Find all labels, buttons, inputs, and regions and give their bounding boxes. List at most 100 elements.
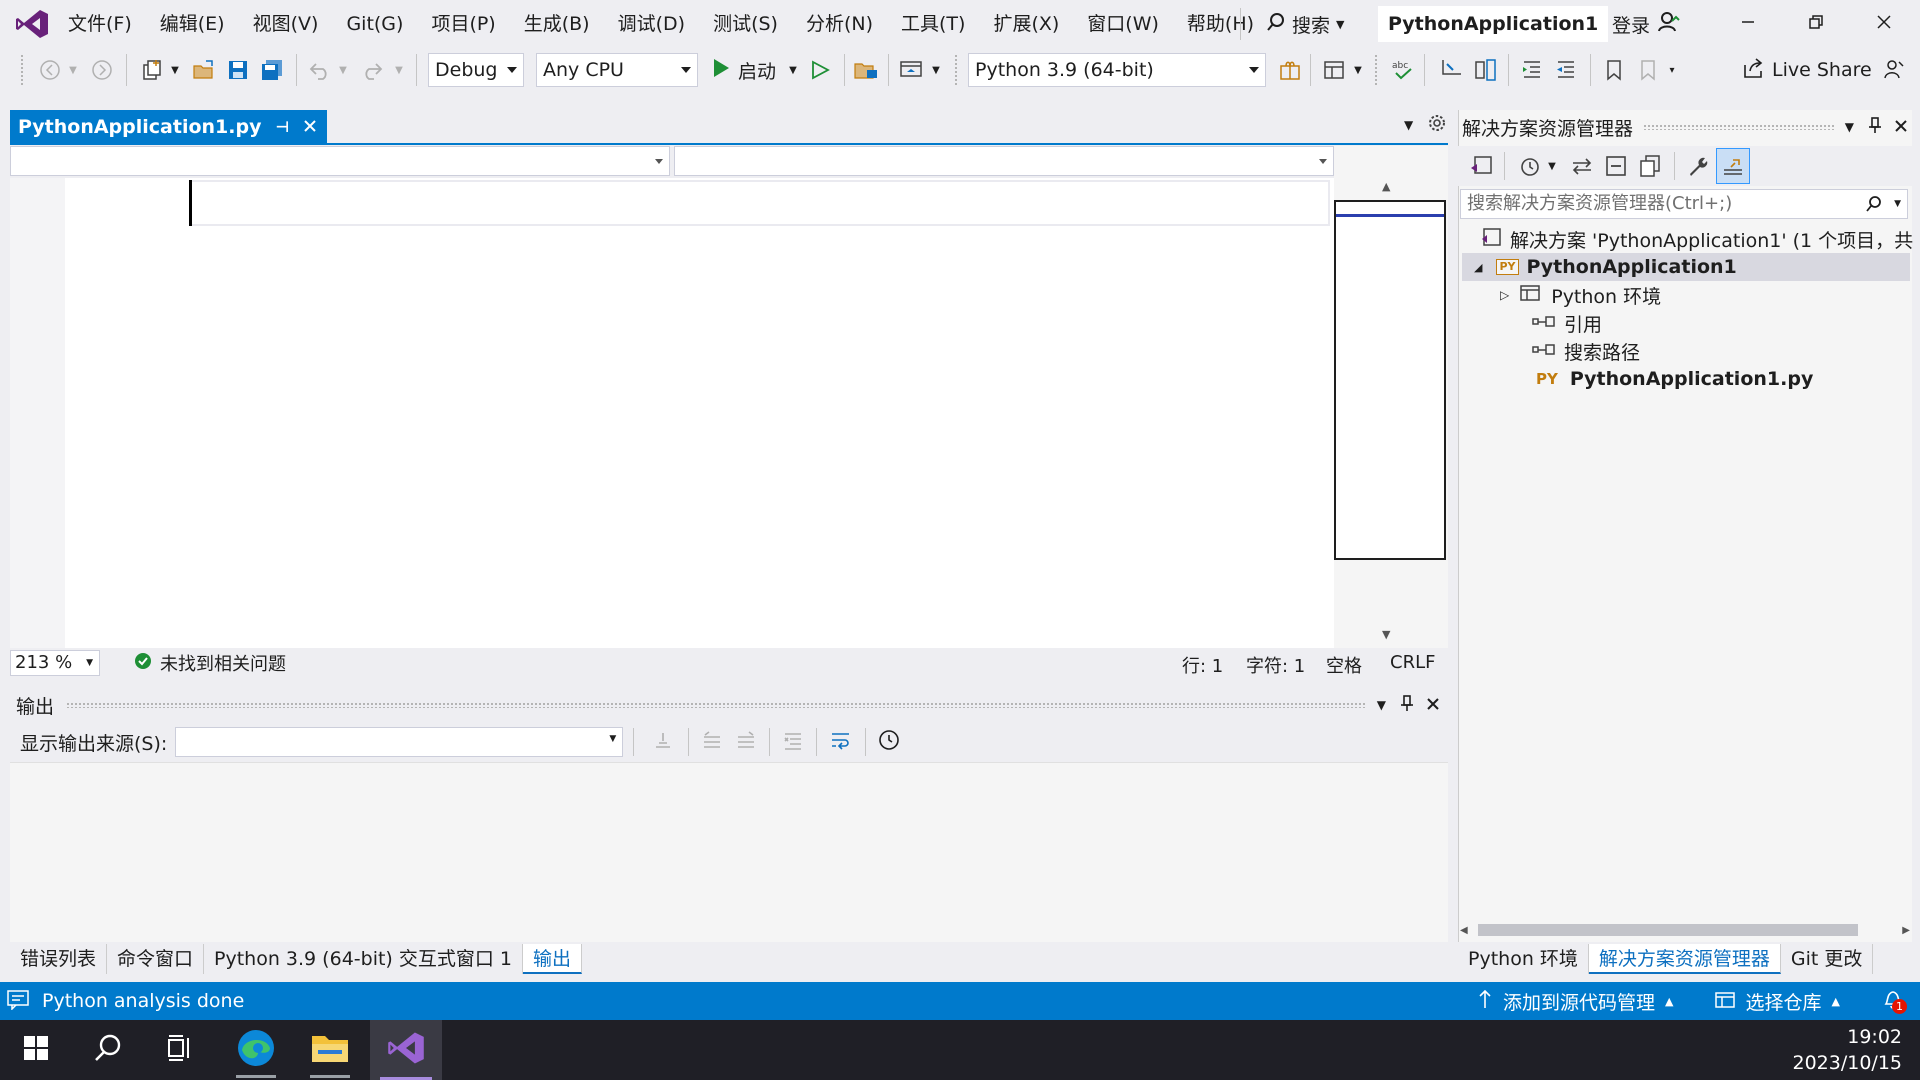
close-icon[interactable] — [1894, 116, 1908, 138]
menu-analyze[interactable]: 分析(N) — [792, 0, 887, 48]
scrollbar-thumb[interactable] — [1477, 924, 1858, 936]
type-navigation-select[interactable] — [10, 146, 670, 176]
output-text-area[interactable] — [10, 762, 1448, 942]
scrollbar-map-thumb[interactable] — [1334, 200, 1446, 560]
close-window-button[interactable] — [1850, 0, 1918, 48]
menu-git[interactable]: Git(G) — [332, 0, 417, 48]
clock-icon[interactable] — [878, 729, 900, 756]
tree-file[interactable]: PY PythonApplication1.py — [1536, 365, 1813, 393]
platform-select[interactable]: Any CPU — [536, 53, 698, 87]
taskbar-file-explorer[interactable] — [294, 1020, 366, 1080]
toolbar-grip[interactable] — [1374, 54, 1378, 86]
toolbar-grip[interactable] — [20, 54, 24, 86]
tree-references[interactable]: 引用 — [1532, 309, 1602, 337]
pin-icon[interactable] — [1868, 116, 1882, 139]
menu-edit[interactable]: 编辑(E) — [146, 0, 239, 48]
chevron-down-icon[interactable]: ▼ — [1845, 120, 1854, 134]
collapse-all-icon[interactable] — [1602, 152, 1630, 180]
member-navigation-select[interactable] — [674, 146, 1334, 176]
tab-python-environments[interactable]: Python 环境 — [1458, 944, 1589, 974]
tab-output[interactable]: 输出 — [523, 944, 583, 974]
panel-grip[interactable] — [1643, 124, 1835, 130]
step-over-icon[interactable] — [1472, 56, 1500, 84]
pin-icon[interactable]: ⊣ — [275, 118, 289, 136]
browser-link-icon[interactable] — [898, 56, 926, 84]
zoom-select[interactable]: 213 % ▼ — [10, 650, 100, 676]
start-button[interactable] — [0, 1020, 72, 1080]
tab-error-list[interactable]: 错误列表 — [10, 944, 108, 974]
menu-project[interactable]: 项目(P) — [417, 0, 509, 48]
sync-icon[interactable] — [1568, 152, 1596, 180]
minimize-button[interactable] — [1714, 0, 1782, 48]
step-into-icon[interactable] — [1438, 56, 1466, 84]
toolbar-grip[interactable] — [954, 54, 958, 86]
menu-view[interactable]: 视图(V) — [239, 0, 333, 48]
taskbar-clock[interactable]: 19:02 2023/10/15 — [1792, 1024, 1902, 1076]
document-tab[interactable]: PythonApplication1.py ⊣ — [10, 110, 328, 144]
menu-help[interactable]: 帮助(H) — [1173, 0, 1268, 48]
login-button[interactable]: 登录 — [1612, 6, 1680, 42]
scroll-up-icon[interactable]: ▲ — [1382, 180, 1390, 193]
clear-all-icon[interactable] — [782, 729, 804, 756]
live-share-button[interactable]: Live Share — [1742, 54, 1872, 86]
tree-project[interactable]: ◢ PY PythonApplication1 — [1462, 253, 1910, 281]
menu-file[interactable]: 文件(F) — [54, 0, 146, 48]
char-indicator[interactable]: 字符: 1 — [1246, 652, 1305, 678]
undo-icon[interactable] — [306, 56, 334, 84]
chevron-down-icon[interactable]: ▼ — [64, 56, 82, 84]
taskbar-search-button[interactable] — [72, 1020, 144, 1080]
layout-icon[interactable] — [1320, 56, 1348, 84]
close-icon[interactable] — [1426, 694, 1440, 716]
start-debugging-button[interactable]: 启动 — [712, 54, 776, 86]
select-repository[interactable]: 选择仓库 ▲ — [1714, 988, 1840, 1015]
spell-check-icon[interactable]: abc — [1390, 56, 1418, 84]
show-all-files-icon[interactable] — [1636, 152, 1664, 180]
save-icon[interactable] — [224, 56, 252, 84]
chevron-down-icon[interactable]: ▼ — [1544, 152, 1560, 180]
indent-icon[interactable] — [1518, 56, 1546, 84]
new-project-icon[interactable] — [138, 56, 166, 84]
configuration-select[interactable]: Debug — [428, 53, 524, 87]
tree-search-paths[interactable]: 搜索路径 — [1532, 337, 1640, 365]
outdent-icon[interactable] — [1552, 56, 1580, 84]
add-to-source-control[interactable]: 添加到源代码管理 ▲ — [1477, 988, 1674, 1015]
start-without-debugging-icon[interactable] — [806, 56, 834, 84]
chevron-down-icon[interactable]: ▼ — [928, 56, 944, 84]
line-ending-indicator[interactable]: CRLF — [1390, 652, 1435, 673]
notifications-button[interactable]: 1 — [1882, 987, 1907, 1016]
chevron-down-icon[interactable]: ▼ — [334, 56, 352, 84]
preview-selected-icon[interactable] — [1716, 148, 1750, 184]
close-tab-icon[interactable] — [303, 116, 317, 138]
package-icon[interactable] — [1276, 56, 1304, 84]
pending-changes-icon[interactable] — [1516, 152, 1544, 180]
wrench-icon[interactable] — [1684, 152, 1712, 180]
bookmark-prev-icon[interactable] — [1634, 56, 1662, 84]
collapsed-triangle-icon[interactable]: ▷ — [1500, 288, 1509, 302]
feedback-icon[interactable] — [1880, 56, 1908, 84]
pin-icon[interactable] — [1400, 694, 1414, 717]
tab-solution-explorer[interactable]: 解决方案资源管理器 — [1588, 944, 1781, 974]
horizontal-scrollbar[interactable]: ◀ ▶ — [1460, 922, 1910, 938]
menu-build[interactable]: 生成(B) — [510, 0, 604, 48]
search-box[interactable]: 搜索 ▼ — [1256, 6, 1354, 42]
forward-icon[interactable] — [88, 56, 116, 84]
gear-icon[interactable] — [1428, 114, 1446, 137]
output-source-select[interactable]: ▼ — [175, 727, 624, 757]
panel-grip[interactable] — [66, 702, 1365, 708]
chevron-down-icon[interactable]: ▼ — [784, 56, 802, 84]
taskbar-visual-studio[interactable] — [370, 1020, 442, 1080]
taskbar-edge[interactable] — [220, 1020, 292, 1080]
menu-extensions[interactable]: 扩展(X) — [979, 0, 1073, 48]
switch-views-icon[interactable] — [1468, 152, 1496, 180]
word-wrap-icon[interactable] — [829, 729, 853, 756]
menu-test[interactable]: 测试(S) — [699, 0, 792, 48]
restore-button[interactable] — [1782, 0, 1850, 48]
solution-explorer-search[interactable]: 搜索解决方案资源管理器(Ctrl+;) ▼ — [1460, 189, 1908, 219]
next-message-icon[interactable] — [735, 729, 757, 756]
menu-debug[interactable]: 调试(D) — [604, 0, 699, 48]
tab-python-interactive[interactable]: Python 3.9 (64-bit) 交互式窗口 1 — [204, 944, 524, 974]
tab-command-window[interactable]: 命令窗口 — [107, 944, 205, 974]
scroll-left-icon[interactable]: ◀ — [1460, 925, 1468, 936]
scroll-down-icon[interactable]: ▼ — [1382, 628, 1390, 641]
expanded-triangle-icon[interactable]: ◢ — [1474, 261, 1482, 274]
